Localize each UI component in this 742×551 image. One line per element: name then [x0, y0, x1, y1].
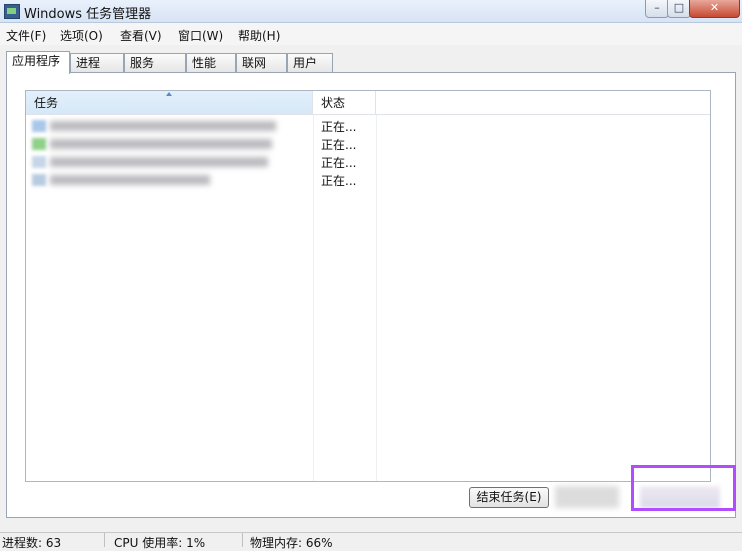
- applications-panel: 任务 状态 正在... 正在... 正在... 正在...: [6, 72, 736, 518]
- process-count: 进程数: 63: [2, 536, 62, 550]
- sort-ascending-icon: [166, 92, 172, 96]
- highlight-annotation: [631, 465, 736, 511]
- tab-networking[interactable]: 联网: [236, 53, 287, 72]
- status-bar: 进程数: 63 CPU 使用率: 1% 物理内存: 66%: [0, 532, 742, 550]
- menu-view[interactable]: 查看(V): [120, 27, 162, 44]
- menu-bar: 文件(F) 选项(O) 查看(V) 窗口(W) 帮助(H): [0, 23, 742, 45]
- tab-performance[interactable]: 性能: [186, 53, 236, 72]
- table-row[interactable]: 正在...: [26, 153, 710, 171]
- task-status: 正在...: [321, 174, 357, 188]
- redacted-task-name: [50, 157, 268, 167]
- window-title: Windows 任务管理器: [24, 7, 152, 22]
- table-row[interactable]: 正在...: [26, 171, 710, 189]
- task-status: 正在...: [321, 156, 357, 170]
- tab-users[interactable]: 用户: [287, 53, 333, 72]
- column-header-task-label: 任务: [34, 96, 59, 110]
- menu-file[interactable]: 文件(F): [6, 27, 46, 44]
- task-status: 正在...: [321, 120, 357, 134]
- column-header-status[interactable]: 状态: [313, 91, 376, 115]
- menu-options[interactable]: 选项(O): [60, 27, 103, 44]
- physical-memory: 物理内存: 66%: [250, 536, 333, 550]
- menu-help[interactable]: 帮助(H): [238, 27, 280, 44]
- task-status: 正在...: [321, 138, 357, 152]
- column-header-task[interactable]: 任务: [26, 91, 313, 115]
- redacted-task-name: [50, 139, 272, 149]
- application-icon: [32, 174, 46, 186]
- close-button[interactable]: ✕: [689, 0, 740, 18]
- task-list[interactable]: 任务 状态 正在... 正在... 正在... 正在...: [25, 90, 711, 482]
- maximize-button[interactable]: □: [667, 0, 691, 18]
- table-row[interactable]: 正在...: [26, 117, 710, 135]
- title-bar: Windows 任务管理器 – □ ✕: [0, 0, 742, 23]
- table-row[interactable]: 正在...: [26, 135, 710, 153]
- minimize-button[interactable]: –: [645, 0, 669, 18]
- application-icon: [32, 156, 46, 168]
- task-manager-icon: [4, 4, 20, 19]
- end-task-button[interactable]: 结束任务(E): [469, 487, 549, 508]
- cpu-usage: CPU 使用率: 1%: [114, 536, 206, 550]
- menu-window[interactable]: 窗口(W): [178, 27, 223, 44]
- status-divider: [104, 533, 105, 547]
- switch-to-button-redacted[interactable]: [555, 486, 619, 508]
- application-icon: [32, 138, 46, 150]
- tab-services[interactable]: 服务: [124, 53, 186, 72]
- tab-applications[interactable]: 应用程序: [6, 51, 70, 74]
- tab-processes[interactable]: 进程: [70, 53, 124, 72]
- redacted-task-name: [50, 175, 210, 185]
- application-icon: [32, 120, 46, 132]
- status-divider: [242, 533, 243, 547]
- column-header-empty: [376, 91, 710, 115]
- redacted-task-name: [50, 121, 276, 131]
